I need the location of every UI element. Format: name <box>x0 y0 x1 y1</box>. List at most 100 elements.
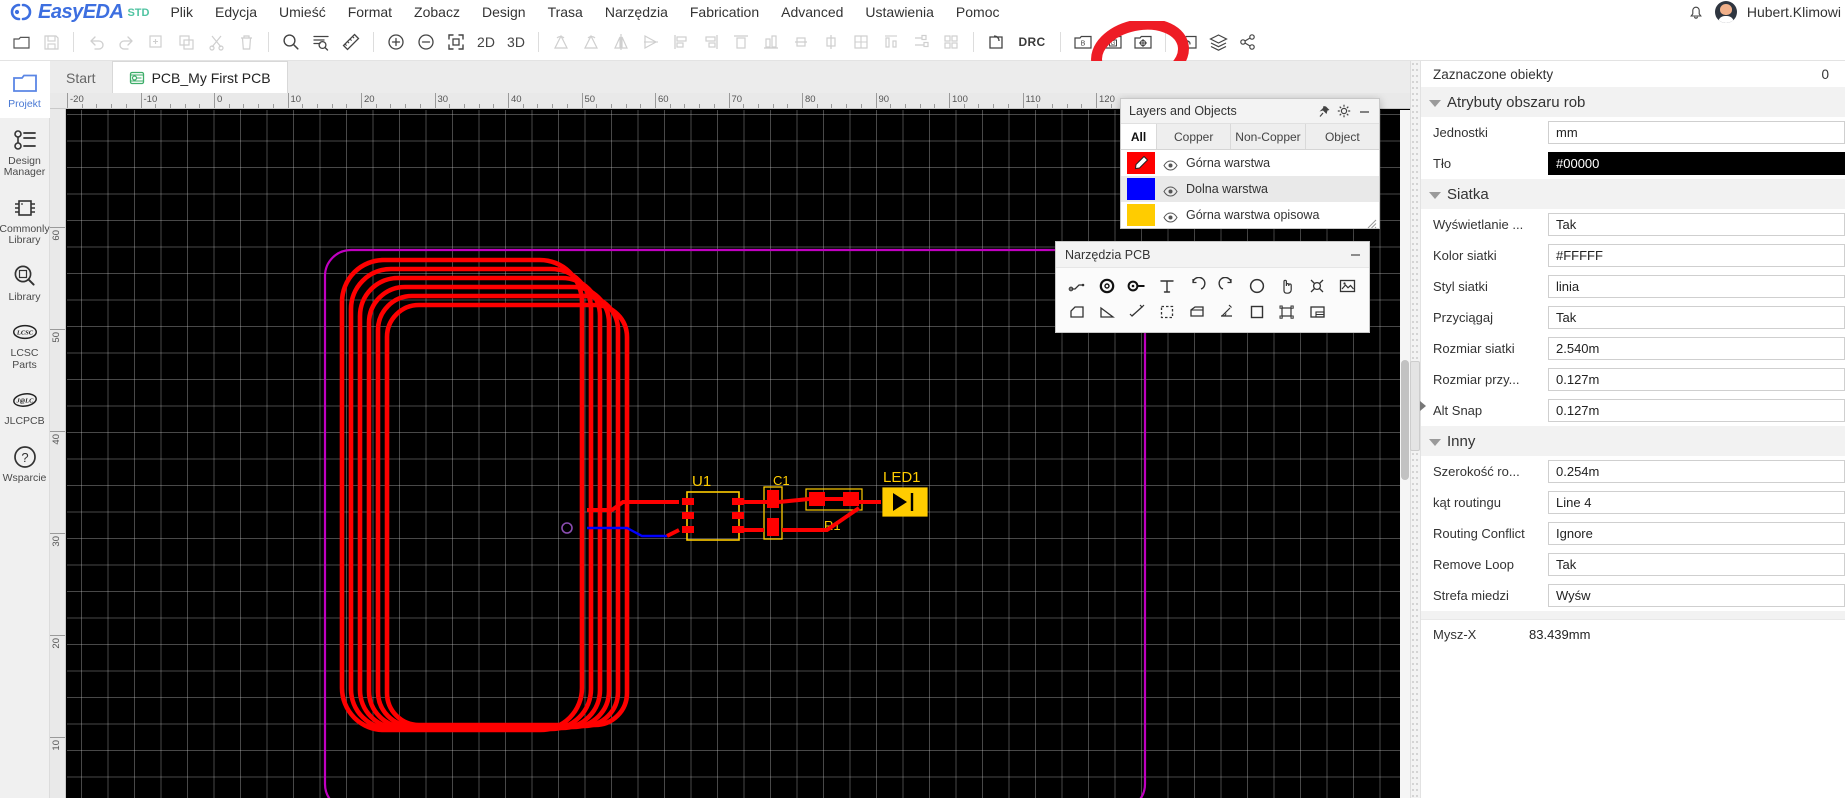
property-value-field[interactable]: #00000 <box>1548 152 1845 175</box>
layer-color-swatch[interactable] <box>1127 152 1155 174</box>
layers-icon[interactable] <box>1203 27 1233 57</box>
dimension-tool[interactable] <box>1122 299 1152 325</box>
sidebar-item-library[interactable]: Library <box>0 254 50 311</box>
property-value-field[interactable]: Tak <box>1548 213 1845 236</box>
property-group-header[interactable]: Atrybuty obszaru rob <box>1421 87 1845 117</box>
editor-canvas-area[interactable]: Start PCB_My First PCB -20 -10 0 10 20 30 40 50 6… <box>50 61 1410 798</box>
menu-item-edycja[interactable]: Edycja <box>204 2 268 22</box>
board-tool[interactable] <box>1302 299 1332 325</box>
protractor-tool[interactable] <box>1212 299 1242 325</box>
property-value-field[interactable]: 0.127m <box>1548 399 1845 422</box>
eye-icon[interactable] <box>1163 210 1178 223</box>
property-value-field[interactable]: Tak <box>1548 306 1845 329</box>
gear-icon[interactable] <box>1334 101 1354 121</box>
property-value-field[interactable]: mm <box>1548 121 1845 144</box>
resize-handle[interactable] <box>1367 216 1377 229</box>
menu-item-plik[interactable]: Plik <box>159 2 204 22</box>
drc-button[interactable]: DRC <box>1011 27 1053 57</box>
layer-row[interactable]: Górna warstwa <box>1121 150 1379 176</box>
circle-tool[interactable] <box>1242 273 1272 299</box>
layers-tab-object[interactable]: Object <box>1306 124 1379 149</box>
solid-region-tool[interactable] <box>1152 299 1182 325</box>
menu-item-pomoc[interactable]: Pomoc <box>945 2 1011 22</box>
eye-icon[interactable] <box>1163 158 1178 171</box>
measure-icon[interactable] <box>336 27 366 57</box>
pad-tool[interactable] <box>1122 273 1152 299</box>
menu-item-trasa[interactable]: Trasa <box>537 2 594 22</box>
username-label[interactable]: Hubert.Klimowi <box>1747 4 1841 20</box>
menu-item-format[interactable]: Format <box>337 2 403 22</box>
share-icon[interactable] <box>1233 27 1263 57</box>
tab-pcb-my-first-pcb[interactable]: PCB_My First PCB <box>111 61 288 93</box>
panel-collapse-arrow[interactable] <box>1420 401 1426 411</box>
layers-tab-noncopper[interactable]: Non-Copper <box>1231 124 1306 149</box>
property-value-field[interactable]: Tak <box>1548 553 1845 576</box>
fill-area-tool[interactable] <box>1182 299 1212 325</box>
sidebar-item-lcsc-parts[interactable]: LCSC LCSC Parts <box>0 310 50 378</box>
angle-tool[interactable] <box>1092 299 1122 325</box>
image-tool[interactable] <box>1332 273 1362 299</box>
property-value-field[interactable]: 2.540m <box>1548 337 1845 360</box>
view-3d-button[interactable]: 3D <box>501 27 531 57</box>
bell-icon[interactable] <box>1687 3 1705 21</box>
menu-item-narzdzia[interactable]: Narzędzia <box>594 2 679 22</box>
minimize-icon[interactable] <box>1345 245 1365 265</box>
panelize-tool[interactable] <box>1272 299 1302 325</box>
layer-color-swatch[interactable] <box>1127 204 1155 226</box>
minimize-icon[interactable] <box>1354 101 1374 121</box>
menu-item-ustawienia[interactable]: Ustawienia <box>854 2 944 22</box>
menu-item-umie[interactable]: Umieść <box>268 2 337 22</box>
pin-icon[interactable] <box>1314 101 1334 121</box>
pick-place-folder-icon[interactable] <box>1128 27 1158 57</box>
sidebar-item-jlcpcb[interactable]: J@LC JLCPCB <box>0 378 50 435</box>
search-icon[interactable] <box>276 27 306 57</box>
menu-item-fabrication[interactable]: Fabrication <box>679 2 770 22</box>
property-value-field[interactable]: Ignore <box>1548 522 1845 545</box>
avatar[interactable] <box>1714 1 1737 23</box>
sidebar-item-commonly-library[interactable]: Commonly Library <box>0 186 50 254</box>
property-group-header[interactable]: Siatka <box>1421 179 1845 209</box>
pcb-tools-panel[interactable]: Narzędzia PCB <box>1055 241 1370 333</box>
layers-and-objects-panel[interactable]: Layers and Objects All Copper Non-Copper Ob… <box>1120 98 1380 229</box>
hole-tool[interactable] <box>1302 273 1332 299</box>
menu-item-design[interactable]: Design <box>471 2 537 22</box>
track-tool[interactable] <box>1062 273 1092 299</box>
property-value-field[interactable]: linia <box>1548 275 1845 298</box>
layer-row[interactable]: Górna warstwa opisowa <box>1121 202 1379 228</box>
layers-tab-all[interactable]: All <box>1121 124 1157 149</box>
panel-scroll-knob[interactable] <box>1410 361 1420 451</box>
canvas-scroll-thumb[interactable] <box>1401 360 1409 480</box>
rect-tool[interactable] <box>1242 299 1272 325</box>
arc-cw-tool[interactable] <box>1212 273 1242 299</box>
canvas-vertical-scrollbar[interactable] <box>1400 110 1410 798</box>
property-value-field[interactable]: 0.127m <box>1548 368 1845 391</box>
property-value-field[interactable]: 0.254m <box>1548 460 1845 483</box>
zoom-in-icon[interactable] <box>381 27 411 57</box>
gerber-folder-icon[interactable]: G <box>1098 27 1128 57</box>
board-outline-icon[interactable] <box>981 27 1011 57</box>
bom-folder-icon[interactable]: B <box>1068 27 1098 57</box>
copper-area-tool[interactable] <box>1062 299 1092 325</box>
sidebar-item-wsparcie[interactable]: ? Wsparcie <box>0 435 50 492</box>
tab-start[interactable]: Start <box>50 63 112 93</box>
view-2d-button[interactable]: 2D <box>471 27 501 57</box>
layer-color-swatch[interactable] <box>1127 178 1155 200</box>
property-value-field[interactable]: Wyśw <box>1548 584 1845 607</box>
import-changes-icon[interactable] <box>1173 27 1203 57</box>
app-logo[interactable]: EasyEDA STD <box>6 2 149 22</box>
zoom-out-icon[interactable] <box>411 27 441 57</box>
via-tool[interactable] <box>1092 273 1122 299</box>
drag-tool[interactable] <box>1272 273 1302 299</box>
open-project-icon[interactable] <box>6 27 36 57</box>
find-similar-icon[interactable] <box>306 27 336 57</box>
menu-item-advanced[interactable]: Advanced <box>770 2 854 22</box>
sidebar-item-design-manager[interactable]: Design Manager <box>0 118 50 186</box>
layers-tab-copper[interactable]: Copper <box>1157 124 1232 149</box>
sidebar-item-projekt[interactable]: Projekt <box>0 61 50 118</box>
property-value-field[interactable]: #FFFFF <box>1548 244 1845 267</box>
menu-item-zobacz[interactable]: Zobacz <box>403 2 471 22</box>
property-group-header[interactable]: Inny <box>1421 426 1845 456</box>
property-value-field[interactable]: Line 4 <box>1548 491 1845 514</box>
eye-icon[interactable] <box>1163 184 1178 197</box>
fit-to-screen-icon[interactable] <box>441 27 471 57</box>
